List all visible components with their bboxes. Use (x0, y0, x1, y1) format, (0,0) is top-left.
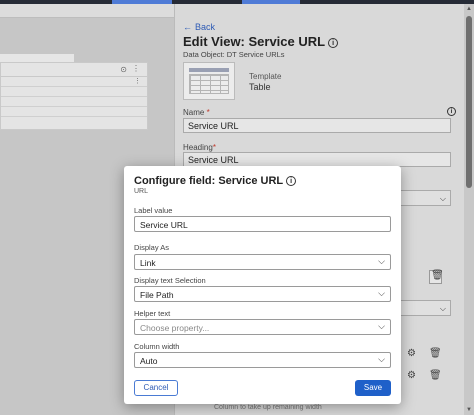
heading-label-text: Heading (183, 143, 213, 152)
scrollbar-thumb[interactable] (466, 16, 472, 188)
save-button[interactable]: Save (355, 380, 391, 396)
label-value-label: Label value (134, 206, 173, 215)
cancel-button[interactable]: Cancel (134, 380, 178, 396)
page-title: Edit View: Service URL i (183, 34, 339, 49)
display-as-select[interactable]: Link ⌵ (134, 254, 391, 270)
column-footnote: Column to take up remaining width (214, 404, 322, 411)
configure-field-dialog: Configure field: Service URL i URL Label … (124, 166, 401, 404)
info-icon[interactable]: i (328, 37, 339, 48)
info-icon[interactable]: i (286, 176, 297, 187)
trash-icon[interactable]: 🗑 (429, 348, 442, 359)
info-icon[interactable]: i (447, 107, 456, 116)
thumbnail-grid (189, 74, 229, 94)
helper-text-select[interactable]: Choose property... ⌵ (134, 319, 391, 335)
chevron-down-icon: ⌵ (439, 304, 446, 313)
display-text-value: File Path (140, 290, 174, 300)
template-label: Template (249, 72, 282, 81)
page-title-text: Edit View: Service URL (183, 34, 326, 49)
back-arrow-icon: ← (183, 22, 192, 32)
panel-scrollbar[interactable]: ▲ ▼ (464, 4, 474, 415)
chevron-down-icon: ⌵ (378, 354, 385, 364)
gear-icon[interactable]: ⚙ (407, 370, 416, 381)
heading-label: Heading* (183, 143, 216, 152)
column-width-label: Column width (134, 342, 180, 351)
template-value: Table (249, 82, 271, 92)
chevron-down-icon: ⌵ (378, 321, 385, 331)
trash-icon[interactable]: 🗑 (431, 270, 444, 281)
search-icon[interactable]: ⊙ (120, 65, 127, 74)
canvas-table-preview: ⊙ ⋮ ⋮ (0, 62, 148, 130)
table-row (1, 107, 147, 117)
data-object-label: Data Object: DT Service URLs (183, 50, 285, 59)
chevron-down-icon: ⌵ (378, 256, 385, 266)
name-input[interactable]: Service URL (183, 118, 451, 133)
chevron-down-icon: ⌵ (378, 288, 385, 298)
table-template-thumbnail[interactable] (183, 62, 235, 100)
name-label-text: Name (183, 108, 205, 117)
label-value-input[interactable]: Service URL (134, 216, 391, 232)
field-type-label: URL (134, 188, 149, 195)
display-text-select[interactable]: File Path ⌵ (134, 286, 391, 302)
trash-icon[interactable]: 🗑 (429, 370, 442, 381)
column-width-select[interactable]: Auto ⌵ (134, 352, 391, 368)
table-preview-header: ⊙ ⋮ (1, 63, 147, 77)
chevron-down-icon: ⌵ (439, 194, 446, 203)
display-text-label: Display text Selection (134, 276, 206, 285)
table-row: ⋮ (1, 77, 147, 87)
back-link[interactable]: ← Back (183, 22, 215, 32)
name-label: Name * (183, 108, 210, 117)
dialog-title: Configure field: Service URL i (134, 175, 297, 187)
more-icon[interactable]: ⋮ (132, 64, 140, 73)
thumbnail-header-bar (189, 68, 229, 72)
required-mark: * (212, 143, 216, 152)
table-row (1, 87, 147, 97)
helper-text-placeholder: Choose property... (140, 323, 210, 333)
dialog-title-text: Configure field: Service URL (134, 175, 284, 187)
required-mark: * (206, 108, 210, 117)
back-label: Back (195, 22, 216, 32)
more-icon[interactable]: ⋮ (134, 77, 141, 85)
scroll-up-icon[interactable]: ▲ (466, 6, 472, 12)
display-as-value: Link (140, 258, 156, 268)
display-as-label: Display As (134, 243, 170, 252)
column-width-value: Auto (140, 356, 158, 366)
helper-text-label: Helper text (134, 309, 171, 318)
scroll-down-icon[interactable]: ▼ (466, 407, 472, 413)
gear-icon[interactable]: ⚙ (407, 348, 416, 359)
heading-input[interactable]: Service URL (183, 152, 451, 167)
canvas-toolbar (0, 4, 174, 18)
table-row (1, 97, 147, 107)
